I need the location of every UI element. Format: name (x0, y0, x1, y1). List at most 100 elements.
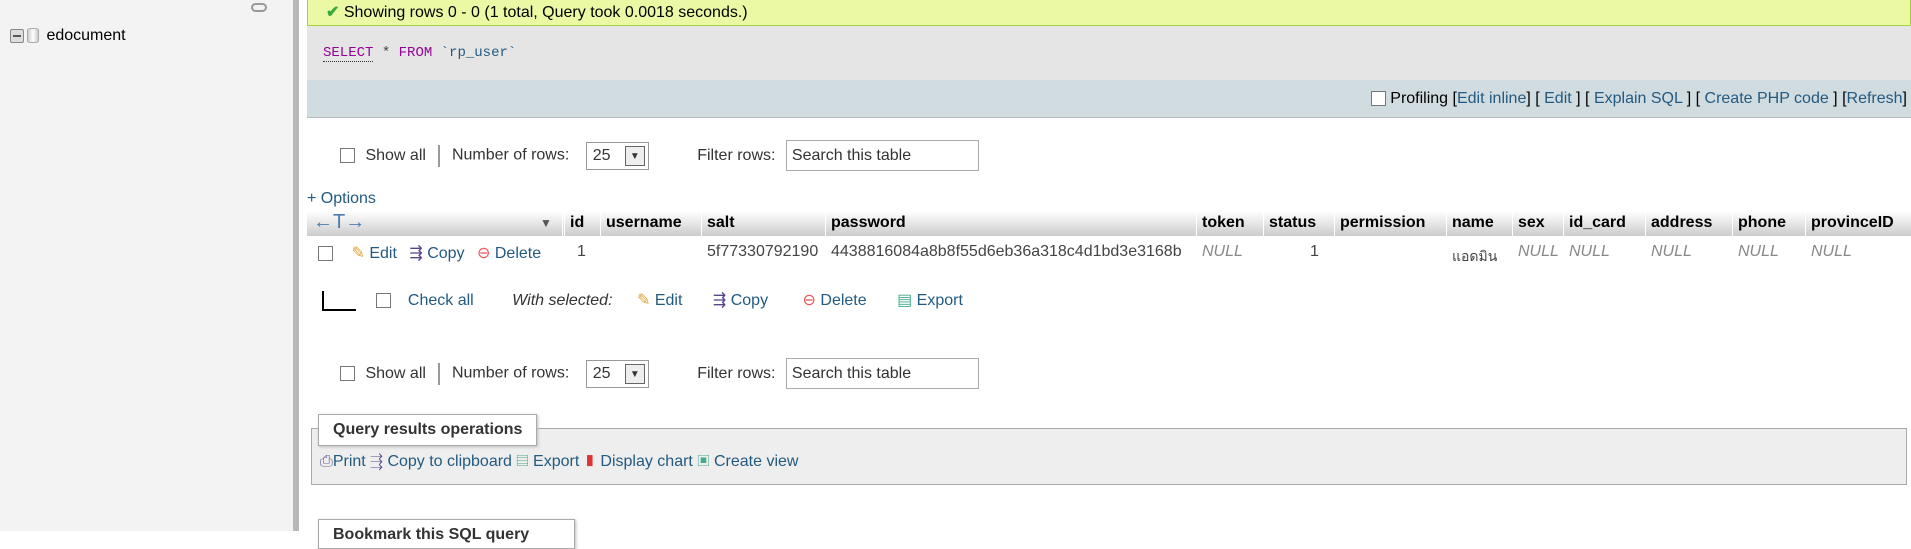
column-separator (1563, 211, 1564, 236)
options-toggle[interactable]: + Options (307, 190, 376, 208)
copy-icon: ⇶ (712, 292, 727, 309)
column-header-permission[interactable]: permission (1340, 214, 1425, 232)
table-row: ✎ Edit ⇶ Copy ⊖ Delete (318, 243, 541, 263)
copy-icon: ⇶ (370, 453, 383, 470)
collapse-icon[interactable] (10, 28, 24, 43)
pencil-icon: ✎ (351, 245, 365, 262)
cell-id[interactable]: 1 (577, 243, 586, 261)
navigation-top: Show all Number of rows: 25 ▼ Filter rows:… (340, 140, 979, 171)
filter-input[interactable]: Search this table (785, 140, 979, 171)
chevron-down-icon: ▼ (624, 363, 645, 384)
column-header-id[interactable]: id (570, 214, 584, 232)
sql-query-box: SELECT * FROM `rp_user` (307, 26, 1911, 80)
column-header-status[interactable]: status (1269, 214, 1316, 232)
cell-salt[interactable]: 5f77330792190 (707, 243, 818, 261)
print-link[interactable]: ⎙Print (320, 453, 366, 470)
column-separator (1805, 211, 1806, 236)
num-rows-label: Number of rows: (451, 146, 570, 164)
edit-link[interactable]: Edit (1544, 90, 1572, 107)
row-delete-link[interactable]: ⊖ Delete (477, 245, 541, 262)
printer-icon: ⎙ (320, 453, 333, 470)
ops-legend: Query results operations (318, 414, 538, 446)
bulk-delete-button[interactable]: ⊖ Delete (803, 292, 867, 309)
bookmark-legend: Bookmark this SQL query (318, 519, 575, 549)
column-header-phone[interactable]: phone (1738, 214, 1786, 232)
db-name[interactable]: edocument (46, 27, 125, 44)
navigation-bottom: Show all Number of rows: 25 ▼ Filter rows:… (340, 358, 979, 389)
with-selected-label: With selected: (512, 292, 613, 309)
database-icon (27, 28, 39, 44)
chevron-down-icon: ▼ (624, 145, 645, 166)
num-rows-label: Number of rows: (451, 364, 570, 382)
edit-inline-link[interactable]: Edit inline (1457, 90, 1526, 107)
num-rows-select[interactable]: 25 ▼ (585, 359, 649, 388)
copy-icon: ⇶ (409, 245, 423, 262)
pencil-icon: ✎ (636, 292, 651, 309)
column-separator (1512, 211, 1513, 236)
column-header-address[interactable]: address (1651, 214, 1712, 232)
sort-dropdown-icon[interactable]: ▼ (540, 216, 552, 230)
row-checkbox[interactable] (318, 246, 333, 262)
sql-select[interactable]: SELECT (323, 45, 374, 62)
db-tree-item[interactable]: edocument (10, 27, 126, 45)
column-separator (1732, 211, 1733, 236)
column-separator (1196, 211, 1197, 236)
success-message: ✔ Showing rows 0 - 0 (1 total, Query too… (307, 0, 1911, 26)
num-rows-select[interactable]: 25 ▼ (585, 141, 649, 170)
row-copy-link[interactable]: ⇶ Copy (409, 245, 464, 262)
cell-address[interactable]: NULL (1651, 243, 1692, 261)
column-separator (564, 211, 565, 236)
column-header-password[interactable]: password (831, 214, 906, 232)
cell-password[interactable]: 4438816084a8b8f55d6eb36a318c4d1bd3e3168b (831, 243, 1182, 261)
check-all-link[interactable]: Check all (408, 292, 474, 309)
create-view-icon: ▣ (697, 453, 710, 470)
bulk-copy-button[interactable]: ⇶ Copy (713, 292, 768, 309)
delete-icon: ⊖ (802, 292, 816, 309)
cell-id_card[interactable]: NULL (1569, 243, 1610, 261)
sql-table: `rp_user` (440, 45, 517, 61)
cell-status[interactable]: 1 (1310, 243, 1319, 261)
column-header-salt[interactable]: salt (707, 214, 735, 232)
filter-input[interactable]: Search this table (785, 358, 979, 389)
link-icon[interactable] (251, 3, 267, 12)
column-header-sex[interactable]: sex (1518, 214, 1545, 232)
create-php-link[interactable]: Create PHP code (1705, 90, 1829, 107)
bulk-export-button[interactable]: ▤ Export (897, 292, 963, 309)
cell-token[interactable]: NULL (1202, 243, 1243, 261)
check-all-checkbox[interactable] (376, 293, 392, 309)
chart-icon: ▮ (583, 453, 596, 470)
column-header-name[interactable]: name (1452, 214, 1494, 232)
bulk-edit-button[interactable]: ✎ Edit (637, 292, 682, 309)
refresh-link[interactable]: Refresh (1847, 90, 1903, 107)
export-icon: ▤ (516, 453, 529, 470)
column-separator (600, 211, 601, 236)
delete-icon: ⊖ (477, 245, 491, 262)
show-all-label: Show all (365, 364, 426, 382)
show-all-checkbox[interactable] (340, 366, 355, 381)
show-all-checkbox[interactable] (340, 148, 355, 163)
cell-sex[interactable]: NULL (1518, 243, 1559, 261)
cell-name[interactable]: แอดมิน (1452, 246, 1497, 268)
success-text: Showing rows 0 - 0 (1 total, Query took … (343, 4, 748, 21)
export-link[interactable]: ▤ Export (516, 453, 579, 470)
column-header-id_card[interactable]: id_card (1569, 214, 1626, 232)
column-header-provinceID[interactable]: provinceID (1811, 214, 1894, 232)
copy-clipboard-link[interactable]: ⇶ Copy to clipboard (370, 453, 512, 470)
column-separator (1334, 211, 1335, 236)
arrow-up-left-icon (322, 290, 356, 311)
cell-provinceID[interactable]: NULL (1811, 243, 1852, 261)
display-chart-link[interactable]: ▮ Display chart (584, 453, 693, 470)
create-view-link[interactable]: ▣ Create view (697, 453, 798, 470)
column-resize-arrows[interactable]: ←T→ (313, 211, 365, 234)
cell-phone[interactable]: NULL (1738, 243, 1779, 261)
profiling-label: Profiling (1390, 90, 1449, 107)
column-separator (701, 211, 702, 236)
row-edit-link[interactable]: ✎ Edit (351, 245, 396, 262)
filter-label: Filter rows: (697, 364, 776, 382)
profiling-checkbox[interactable] (1370, 91, 1386, 107)
column-header-token[interactable]: token (1202, 214, 1245, 232)
explain-sql-link[interactable]: Explain SQL (1594, 90, 1682, 107)
column-header-username[interactable]: username (606, 214, 682, 232)
check-icon: ✔ (326, 4, 340, 21)
column-separator (1446, 211, 1447, 236)
